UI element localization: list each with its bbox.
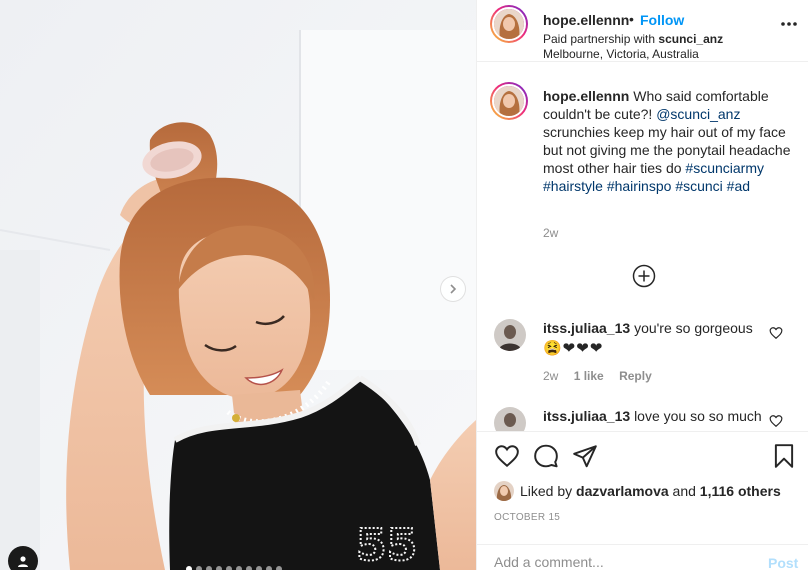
comment-emojis: 😫❤❤❤ (543, 340, 604, 357)
comment-text: itss.juliaa_13 love you so so much (543, 408, 762, 424)
caption-mention[interactable]: @scunci_anz (656, 106, 740, 122)
add-comment-bar: Post (477, 544, 808, 570)
comment-body: love you so so much (634, 408, 762, 424)
heart-icon[interactable] (769, 326, 783, 340)
likes-summary: Liked by dazvarlamova and 1,116 others (494, 480, 781, 502)
likes-others[interactable]: 1,116 others (700, 483, 781, 499)
user-tag-icon (18, 556, 28, 567)
chevron-right-icon (450, 284, 457, 294)
carousel-dot (266, 566, 272, 570)
post-comment-button[interactable]: Post (768, 555, 798, 570)
comment-bubble-icon[interactable] (533, 443, 559, 469)
caption-avatar[interactable] (490, 82, 528, 120)
likes-conjunction: and (672, 483, 696, 499)
hashtag-link[interactable]: #hairstyle (543, 178, 603, 194)
hashtag-link[interactable]: #hairinspo (607, 178, 672, 194)
reply-button[interactable]: Reply (619, 369, 652, 383)
more-horizontal-icon[interactable] (779, 16, 799, 32)
commenter-username[interactable]: itss.juliaa_13 (543, 408, 630, 424)
comment-text: itss.juliaa_13 you're so gorgeous (543, 320, 753, 336)
post-details-panel: hope.ellennn • Follow Paid partnership w… (476, 0, 808, 570)
avatar-photo (494, 9, 524, 39)
carousel-dot (216, 566, 222, 570)
bookmark-icon[interactable] (771, 443, 797, 469)
caption-username[interactable]: hope.ellennn (543, 88, 629, 104)
comments-list[interactable]: itss.juliaa_13 you're so gorgeous 😫❤❤❤ 2… (477, 300, 808, 431)
post-date[interactable]: OCTOBER 15 (494, 512, 560, 523)
carousel-dot (246, 566, 252, 570)
hashtag-link[interactable]: #ad (727, 178, 750, 194)
carousel-dot (276, 566, 282, 570)
post-photo[interactable]: 55 (0, 0, 476, 570)
carousel-dot (226, 566, 232, 570)
comment-likes[interactable]: 1 like (574, 369, 604, 383)
svg-text:55: 55 (356, 520, 417, 570)
carousel-dot (196, 566, 202, 570)
commenter-avatar[interactable] (494, 319, 526, 351)
paid-partnership-label: Paid partnership with scunci_anz (543, 32, 723, 46)
likes-text: Liked by dazvarlamova and 1,116 others (520, 483, 781, 499)
heart-icon[interactable] (494, 443, 520, 469)
post-actions: Liked by dazvarlamova and 1,116 others O… (477, 431, 808, 570)
partnership-prefix: Paid partnership with (543, 32, 656, 46)
comment-meta: 2w 1 like Reply (543, 369, 664, 383)
next-slide-button[interactable] (440, 276, 466, 302)
comment-timestamp[interactable]: 2w (543, 369, 558, 383)
partner-link[interactable]: scunci_anz (658, 32, 723, 46)
commenter-avatar[interactable] (494, 407, 526, 431)
photo-image: 55 (0, 0, 476, 570)
paper-plane-icon[interactable] (572, 443, 598, 469)
tagged-users-button[interactable] (8, 546, 38, 570)
plus-circle-icon[interactable] (632, 264, 656, 288)
likes-prefix: Liked by (520, 483, 573, 499)
liker-username[interactable]: dazvarlamova (576, 483, 669, 499)
avatar-photo (494, 407, 526, 431)
hashtag-link[interactable]: #scunciarmy (685, 160, 764, 176)
carousel-dot (206, 566, 212, 570)
location-link[interactable]: Melbourne, Victoria, Australia (543, 47, 699, 61)
carousel-dot (256, 566, 262, 570)
post-header: hope.ellennn • Follow Paid partnership w… (477, 0, 808, 62)
instagram-post: 55 hope.ellennn • Follow Paid partnershi… (0, 0, 808, 570)
avatar-photo (494, 319, 526, 351)
liker-avatar[interactable] (494, 481, 514, 501)
heart-icon[interactable] (769, 414, 783, 428)
carousel-dot (186, 566, 192, 570)
carousel-dot (236, 566, 242, 570)
comment-input[interactable] (494, 554, 744, 570)
comment-body: you're so gorgeous (634, 320, 753, 336)
carousel-indicator (186, 566, 282, 570)
commenter-username[interactable]: itss.juliaa_13 (543, 320, 630, 336)
author-avatar[interactable] (490, 5, 528, 43)
hashtag-link[interactable]: #scunci (675, 178, 722, 194)
dot-separator: • (629, 11, 634, 27)
avatar-photo (494, 86, 524, 116)
caption-timestamp[interactable]: 2w (543, 226, 558, 240)
follow-button[interactable]: Follow (640, 12, 684, 28)
avatar-photo (494, 481, 514, 501)
author-username[interactable]: hope.ellennn (543, 12, 629, 28)
caption-text: hope.ellennn Who said comfortable couldn… (543, 87, 801, 195)
